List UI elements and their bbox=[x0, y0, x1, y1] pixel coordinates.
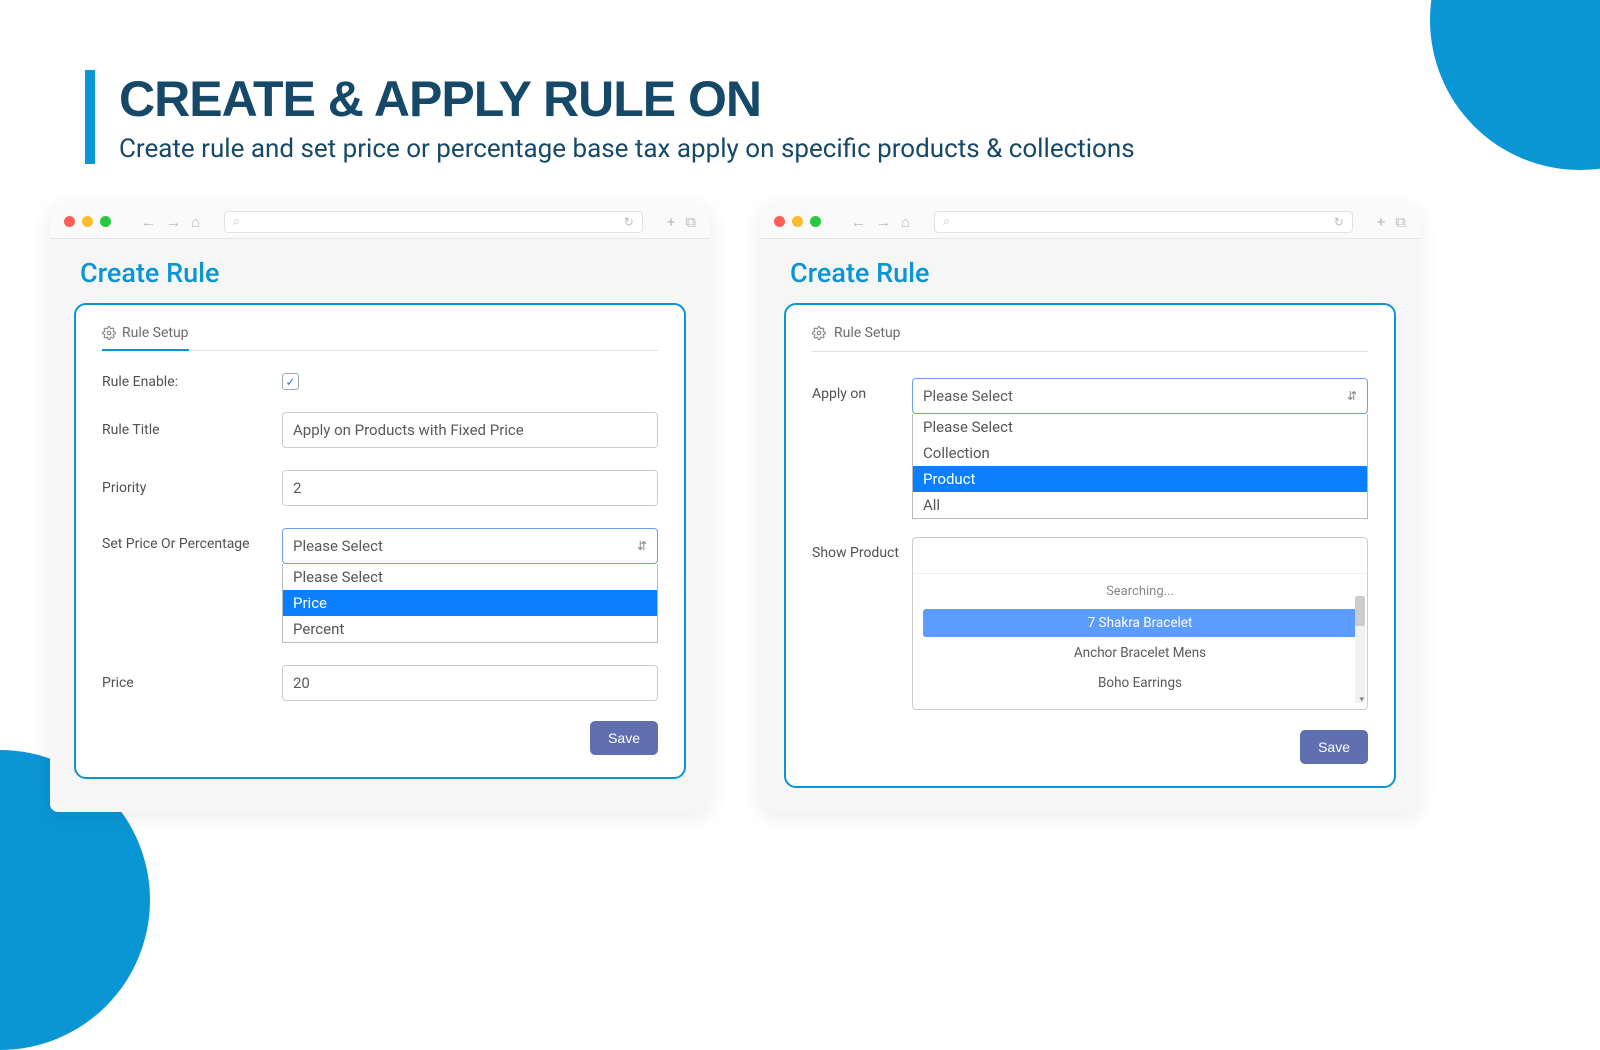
price-value: 20 bbox=[293, 674, 310, 692]
rule-panel: Rule Setup Apply on Please Select ⇵ Plea… bbox=[784, 303, 1396, 788]
section-label-text: Rule Setup bbox=[834, 325, 901, 341]
label-show-product: Show Product bbox=[812, 537, 912, 561]
set-price-dropdown: Please Select Price Percent bbox=[282, 564, 658, 643]
chevron-updown-icon: ⇵ bbox=[1347, 390, 1357, 402]
save-button[interactable]: Save bbox=[1300, 730, 1368, 764]
panel-heading: Create Rule bbox=[80, 257, 686, 289]
section-label-text: Rule Setup bbox=[122, 325, 189, 341]
label-priority: Priority bbox=[102, 480, 282, 496]
scrollbar[interactable]: ▾ bbox=[1355, 596, 1365, 703]
product-list: Searching... 7 Shakra Bracelet Anchor Br… bbox=[913, 574, 1367, 709]
window-controls bbox=[774, 216, 821, 227]
label-rule-title: Rule Title bbox=[102, 422, 282, 438]
window-controls bbox=[64, 216, 111, 227]
browser-nav: ← → ⌂ bbox=[141, 213, 200, 231]
browser-window-right: ← → ⌂ ⌕ ↻ + ⧉ Create Rule Rule Setup bbox=[760, 205, 1420, 812]
searching-text: Searching... bbox=[913, 580, 1367, 607]
set-price-select-value: Please Select bbox=[293, 537, 383, 555]
row-priority: Priority 2 bbox=[102, 470, 658, 506]
product-search-input[interactable] bbox=[913, 538, 1367, 574]
dropdown-option-please-select[interactable]: Please Select bbox=[283, 564, 657, 590]
section-header: Rule Setup bbox=[812, 325, 1368, 352]
checkmark-icon: ✓ bbox=[285, 375, 295, 389]
label-price: Price bbox=[102, 675, 282, 691]
url-bar[interactable]: ⌕ ↻ bbox=[934, 211, 1353, 233]
row-show-product: Show Product Searching... 7 Shakra Brace… bbox=[812, 537, 1368, 710]
price-input[interactable]: 20 bbox=[282, 665, 658, 701]
row-apply-on: Apply on Please Select ⇵ Please Select C… bbox=[812, 378, 1368, 519]
row-rule-enable: Rule Enable: ✓ bbox=[102, 373, 658, 390]
label-apply-on: Apply on bbox=[812, 378, 912, 402]
search-icon: ⌕ bbox=[943, 214, 950, 229]
page-title: CREATE & APPLY RULE ON bbox=[119, 70, 1135, 128]
product-search: Searching... 7 Shakra Bracelet Anchor Br… bbox=[912, 537, 1368, 710]
save-button[interactable]: Save bbox=[590, 721, 658, 755]
minimize-icon[interactable] bbox=[792, 216, 803, 227]
minimize-icon[interactable] bbox=[82, 216, 93, 227]
decorative-blob-top bbox=[1430, 0, 1600, 170]
dropdown-option-percent[interactable]: Percent bbox=[283, 616, 657, 642]
label-rule-enable: Rule Enable: bbox=[102, 374, 282, 390]
label-set-price: Set Price Or Percentage bbox=[102, 528, 282, 552]
forward-icon[interactable]: → bbox=[166, 213, 181, 231]
refresh-icon[interactable]: ↻ bbox=[624, 215, 634, 229]
row-set-price: Set Price Or Percentage Please Select ⇵ … bbox=[102, 528, 658, 643]
search-icon: ⌕ bbox=[233, 214, 240, 229]
copy-icon[interactable]: ⧉ bbox=[1395, 213, 1406, 231]
dropdown-option-price[interactable]: Price bbox=[283, 590, 657, 616]
priority-value: 2 bbox=[293, 479, 301, 497]
row-price: Price 20 bbox=[102, 665, 658, 701]
gear-icon bbox=[102, 326, 116, 340]
product-item[interactable]: Anchor Bracelet Mens bbox=[923, 639, 1357, 667]
maximize-icon[interactable] bbox=[100, 216, 111, 227]
forward-icon[interactable]: → bbox=[876, 213, 891, 231]
copy-icon[interactable]: ⧉ bbox=[685, 213, 696, 231]
new-tab-icon[interactable]: + bbox=[1377, 213, 1386, 231]
refresh-icon[interactable]: ↻ bbox=[1334, 215, 1344, 229]
set-price-select[interactable]: Please Select ⇵ bbox=[282, 528, 658, 564]
rule-enable-checkbox[interactable]: ✓ bbox=[282, 373, 299, 390]
back-icon[interactable]: ← bbox=[851, 213, 866, 231]
dropdown-option-all[interactable]: All bbox=[913, 492, 1367, 518]
apply-on-select-value: Please Select bbox=[923, 387, 1013, 405]
new-tab-icon[interactable]: + bbox=[667, 213, 676, 231]
rule-title-input[interactable]: Apply on Products with Fixed Price bbox=[282, 412, 658, 448]
product-item[interactable]: 7 Shakra Bracelet bbox=[923, 609, 1357, 637]
home-icon[interactable]: ⌂ bbox=[901, 213, 910, 231]
section-header: Rule Setup bbox=[102, 325, 658, 351]
chevron-updown-icon: ⇵ bbox=[637, 540, 647, 552]
titlebar-actions: + ⧉ bbox=[1377, 213, 1406, 231]
url-bar[interactable]: ⌕ ↻ bbox=[224, 211, 643, 233]
browser-titlebar: ← → ⌂ ⌕ ↻ + ⧉ bbox=[760, 205, 1420, 239]
titlebar-actions: + ⧉ bbox=[667, 213, 696, 231]
dropdown-option-product[interactable]: Product bbox=[913, 466, 1367, 492]
panel-heading: Create Rule bbox=[790, 257, 1396, 289]
close-icon[interactable] bbox=[64, 216, 75, 227]
rule-panel: Rule Setup Rule Enable: ✓ Rule Title App… bbox=[74, 303, 686, 779]
page-subtitle: Create rule and set price or percentage … bbox=[119, 134, 1135, 164]
chevron-down-icon: ▾ bbox=[1359, 695, 1364, 705]
gear-icon bbox=[812, 326, 826, 340]
scrollbar-thumb[interactable] bbox=[1355, 596, 1365, 626]
product-item[interactable]: Boho Earrings bbox=[923, 669, 1357, 697]
home-icon[interactable]: ⌂ bbox=[191, 213, 200, 231]
priority-input[interactable]: 2 bbox=[282, 470, 658, 506]
row-rule-title: Rule Title Apply on Products with Fixed … bbox=[102, 412, 658, 448]
maximize-icon[interactable] bbox=[810, 216, 821, 227]
back-icon[interactable]: ← bbox=[141, 213, 156, 231]
browser-titlebar: ← → ⌂ ⌕ ↻ + ⧉ bbox=[50, 205, 710, 239]
page-header: CREATE & APPLY RULE ON Create rule and s… bbox=[85, 70, 1135, 164]
dropdown-option-collection[interactable]: Collection bbox=[913, 440, 1367, 466]
browser-nav: ← → ⌂ bbox=[851, 213, 910, 231]
rule-title-value: Apply on Products with Fixed Price bbox=[293, 421, 524, 439]
apply-on-dropdown: Please Select Collection Product All bbox=[912, 414, 1368, 519]
browser-window-left: ← → ⌂ ⌕ ↻ + ⧉ Create Rule bbox=[50, 205, 710, 812]
apply-on-select[interactable]: Please Select ⇵ bbox=[912, 378, 1368, 414]
dropdown-option-please-select[interactable]: Please Select bbox=[913, 414, 1367, 440]
close-icon[interactable] bbox=[774, 216, 785, 227]
